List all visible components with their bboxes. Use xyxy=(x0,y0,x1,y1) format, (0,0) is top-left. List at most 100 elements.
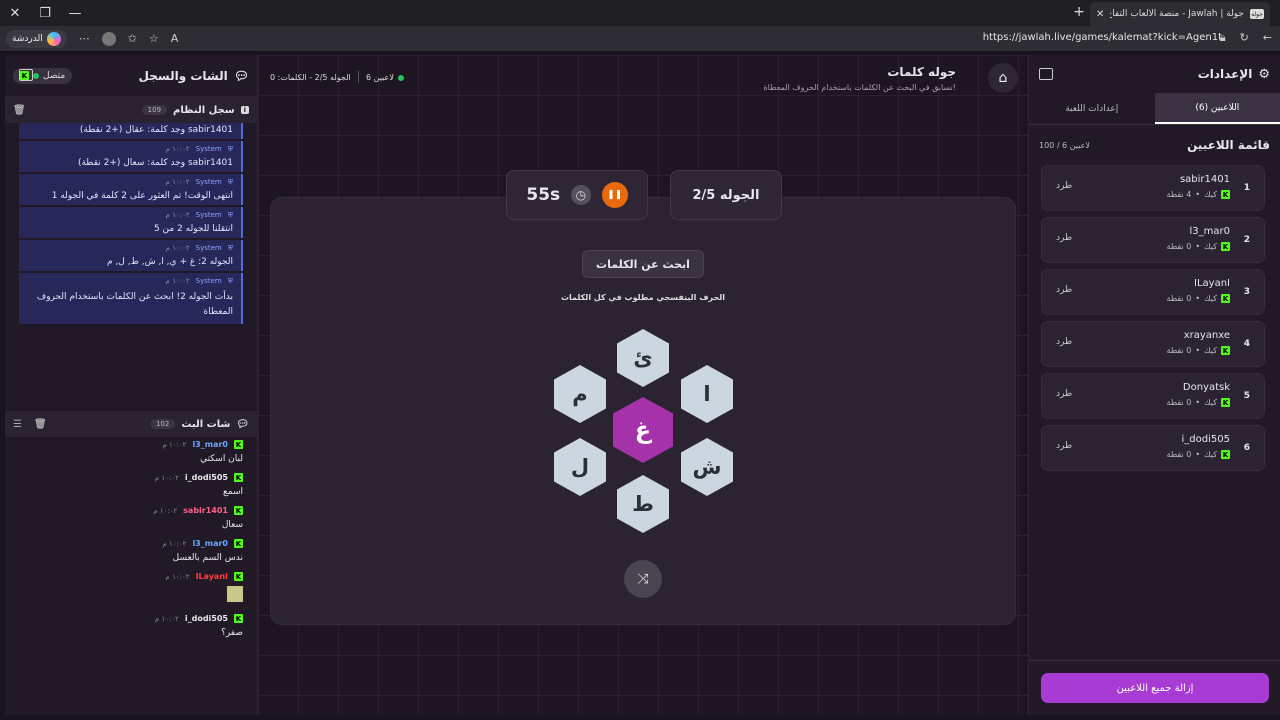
round-info: الجوله 2/5 - الكلمات: 0 xyxy=(270,73,351,82)
back-icon[interactable]: ← xyxy=(1263,31,1272,45)
shield-icon: ⛨ xyxy=(227,178,233,186)
kick-player-button[interactable]: طرد xyxy=(1056,181,1072,191)
kick-player-button[interactable]: طرد xyxy=(1056,337,1072,347)
chat-message: Kl3_mar0 ١٠:٠٢ م ندس السم بالعسل xyxy=(162,539,243,563)
shuffle-icon: ⤨ xyxy=(637,571,649,587)
restore-window-icon[interactable]: ❐ xyxy=(30,0,60,26)
system-log-title: سجل النظام xyxy=(173,104,235,116)
collapse-panel-icon[interactable] xyxy=(19,69,33,81)
settings-title: الإعدادات xyxy=(1197,67,1253,81)
close-window-icon[interactable]: ✕ xyxy=(0,0,30,26)
clear-chat-trash-icon[interactable]: 🗑︎ xyxy=(34,419,47,430)
tab-game-settings[interactable]: إعدادات اللعبة xyxy=(1029,93,1155,124)
address-bar: الدردشة ⋯ ✩ ☆ A https://jawlah.live/game… xyxy=(0,26,1280,52)
kick-icon: K xyxy=(234,440,243,449)
live-chat-header: ☰ 🗑︎ 💬︎ شات البث 102 xyxy=(5,411,257,437)
game-title: جوله كلمات xyxy=(887,65,956,79)
kick-player-button[interactable]: طرد xyxy=(1056,285,1072,295)
kick-player-button[interactable]: طرد xyxy=(1056,389,1072,399)
more-icon[interactable]: ⋯ xyxy=(79,32,90,45)
home-icon: ⌂ xyxy=(998,70,1008,86)
live-chat-list[interactable]: Kl3_mar0 ١٠:٠٢ م لبان اسكتي Ki_dodi505 ١٠:… xyxy=(5,437,257,699)
favorites-icon[interactable]: ✩ xyxy=(128,32,137,45)
round-card: الجوله 2/5 xyxy=(670,170,782,220)
chat-bubble-icon: 💬︎ xyxy=(236,418,249,430)
kick-icon: K xyxy=(234,506,243,515)
connection-status-label: متصل xyxy=(43,70,66,81)
player-name: ILayanI xyxy=(1194,278,1230,289)
online-dot-icon xyxy=(397,74,404,81)
chat-message: Ki_dodi505 ١٠:٠٢ م اسمع xyxy=(154,473,243,497)
pause-button[interactable]: ❚❚ xyxy=(601,182,628,208)
kick-icon: K xyxy=(1221,294,1230,303)
player-card: 2 l3_mar0 K كيك • 0 نقطة طرد xyxy=(1041,217,1265,263)
players-list-title: قائمة اللاعبين xyxy=(1187,138,1270,152)
kick-icon: K xyxy=(1221,450,1230,459)
system-log-count: 109 xyxy=(141,105,168,115)
remove-all-players-button[interactable]: إزالة جميع اللاعبين xyxy=(1041,673,1269,703)
filter-icon[interactable]: ☰ xyxy=(13,419,22,430)
copilot-chat-label: الدردشة xyxy=(12,33,43,44)
chat-message: Ksabir1401 ١٠:٠٢ م سعال xyxy=(153,506,243,530)
star-icon[interactable]: ☆ xyxy=(149,32,159,45)
settings-panel: ⚙ الإعدادات اللاعبين (6) إعدادات اللعبة … xyxy=(1028,55,1280,715)
close-tab-icon[interactable]: ✕ xyxy=(1096,9,1104,20)
system-message: ⛨ System ١٠:٠٢ م بدأت الجوله 2! ابحث عن ال… xyxy=(19,273,243,324)
kick-icon: K xyxy=(1221,346,1230,355)
system-log-list[interactable]: sabir1401 وجد كلمة: عقال (+2 نقطة) ⛨ Syst… xyxy=(5,123,257,403)
url-field[interactable]: https://jawlah.live/games/kalemat?kick=A… xyxy=(983,32,1222,43)
player-name: sabir1401 xyxy=(1179,174,1230,185)
chat-panel: K متصل 💬︎ الشات والسجل 🗑︎ i سجل النظام 1… xyxy=(5,55,258,715)
kick-icon: K xyxy=(234,614,243,623)
system-log-header: 🗑︎ i سجل النظام 109 xyxy=(5,97,257,123)
kick-player-button[interactable]: طرد xyxy=(1056,233,1072,243)
refresh-icon[interactable]: ↻ xyxy=(1240,31,1249,45)
system-message: ⛨ System ١٠:٠٢ م sabir1401 وجد كلمة: سعال … xyxy=(19,141,243,172)
chat-bubble-icon: 💬︎ xyxy=(233,68,249,83)
game-subtitle: تسابق في البحث عن الكلمات باستخدام الحرو… xyxy=(763,83,956,92)
system-message: ⛨ System ١٠:٠٢ م انتهى الوقت! تم العثور عل… xyxy=(19,174,243,205)
player-card: 3 ILayanI K كيك • 0 نقطة طرد xyxy=(1041,269,1265,315)
players-count: 100 / 6 لاعبين xyxy=(1039,140,1090,150)
chat-message: Ki_dodi505 ١٠:٠٢ م صفر؟ xyxy=(154,614,243,638)
kick-player-button[interactable]: طرد xyxy=(1056,441,1072,451)
read-aloud-icon[interactable]: A xyxy=(171,32,179,45)
player-name: l3_mar0 xyxy=(1189,226,1230,237)
player-name: xrayanxe xyxy=(1183,330,1230,341)
player-name: Donyatsk xyxy=(1182,382,1230,393)
clear-log-trash-icon[interactable]: 🗑︎ xyxy=(13,105,26,116)
kick-icon: K xyxy=(1221,242,1230,251)
gear-icon: ⚙ xyxy=(1258,66,1270,82)
shield-icon: ⛨ xyxy=(227,211,233,219)
player-card: 5 Donyatsk K كيك • 0 نقطة طرد xyxy=(1041,373,1265,419)
find-words-button[interactable]: ابحث عن الكلمات xyxy=(582,250,704,278)
new-tab-icon[interactable]: + xyxy=(1073,4,1085,20)
browser-tab[interactable]: جولة جولة | Jawlah - منصة الألعاب التفاع… xyxy=(1090,2,1270,26)
emote-image xyxy=(227,586,243,602)
clock-icon: ◷ xyxy=(570,185,591,205)
shuffle-button[interactable]: ⤨ xyxy=(624,560,662,598)
system-message: ⛨ System ١٠:٠٢ م الجوله 2: غ + ي, ا, ش, ط,… xyxy=(19,240,243,271)
system-message: sabir1401 وجد كلمة: عقال (+2 نقطة) xyxy=(19,123,243,139)
system-message: ⛨ System ١٠:٠٢ م انتقلنا للجوله 2 من 5 xyxy=(19,207,243,238)
copilot-icon xyxy=(46,31,61,46)
lock-icon[interactable]: 🔒︎ xyxy=(1220,31,1226,45)
chat-panel-title: الشات والسجل xyxy=(138,68,228,83)
shield-icon: ⛨ xyxy=(227,145,233,153)
player-card: 4 xrayanxe K كيك • 0 نقطة طرد xyxy=(1041,321,1265,367)
game-area: الجوله 2/5 - الكلمات: 0 6 لاعبين جوله كل… xyxy=(258,55,1028,715)
copilot-chat-button[interactable]: الدردشة xyxy=(6,29,67,48)
info-icon: i xyxy=(240,106,249,114)
home-button[interactable]: ⌂ xyxy=(988,63,1018,93)
player-name: i_dodi505 xyxy=(1181,434,1230,445)
browser-tabbar: ✕ ❐ — + جولة جولة | Jawlah - منصة الألعا… xyxy=(0,0,1280,26)
tab-players[interactable]: اللاعبين (6) xyxy=(1154,93,1280,124)
timer-card: 55s ◷ ❚❚ xyxy=(506,170,648,220)
chat-message: Kl3_mar0 ١٠:٠٢ م لبان اسكتي xyxy=(162,440,243,464)
kick-icon: K xyxy=(1221,190,1230,199)
collapse-panel-icon[interactable] xyxy=(1039,68,1053,80)
profile-avatar[interactable] xyxy=(101,31,116,46)
divider xyxy=(358,71,359,83)
minimize-window-icon[interactable]: — xyxy=(60,0,90,26)
player-card: 1 sabir1401 K كيك • 4 نقطة طرد xyxy=(1041,165,1265,211)
